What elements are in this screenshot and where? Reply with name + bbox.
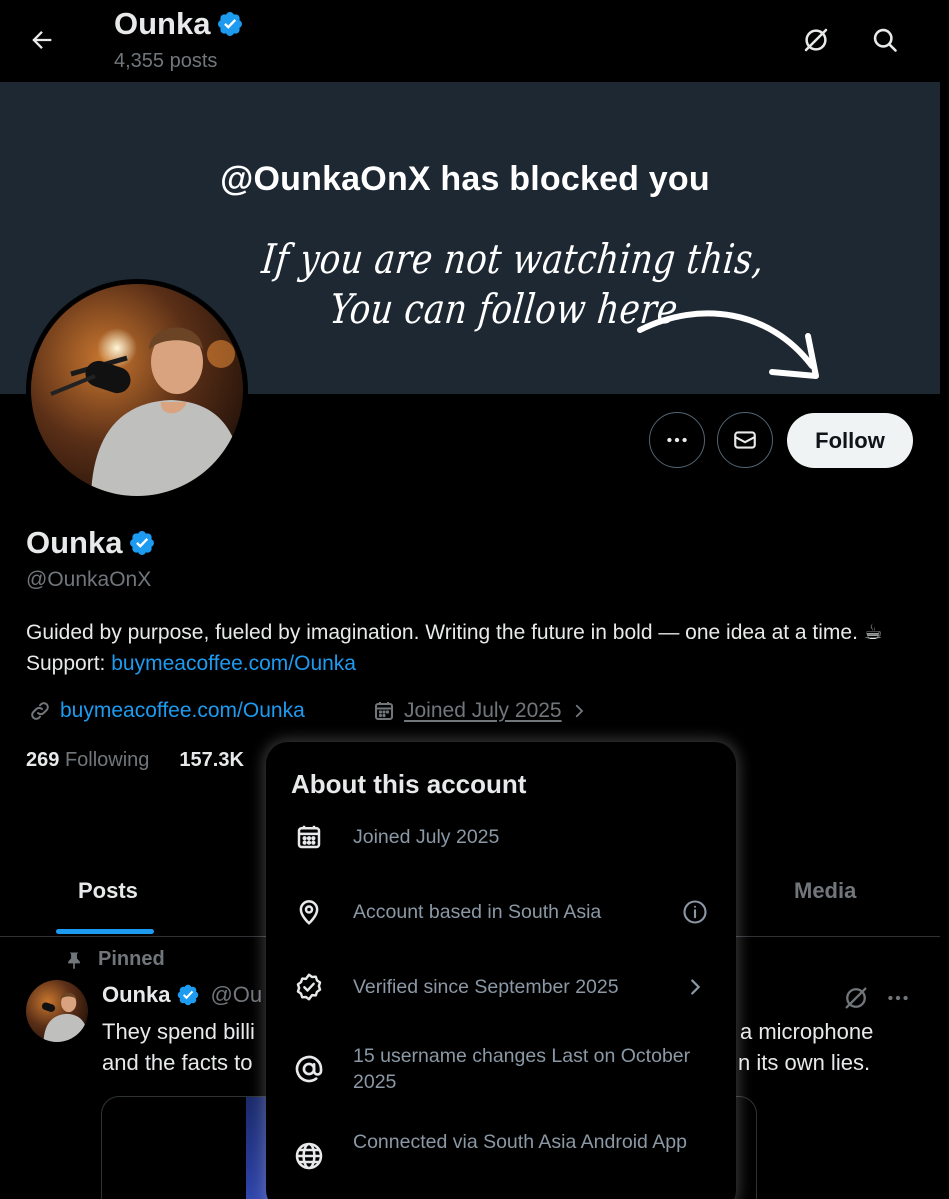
chevron-right-icon — [575, 704, 583, 718]
profile-name: Ounka — [26, 525, 123, 560]
banner-script-line-1: If you are not watching this, — [259, 236, 767, 284]
joined-row[interactable]: Joined July 2025 — [372, 699, 588, 723]
message-button[interactable] — [717, 412, 773, 468]
post-header: Ounka @Ou — [102, 982, 262, 1008]
profile-bio: Guided by purpose, fueled by imagination… — [26, 617, 926, 679]
popup-row-text: 15 username changes Last on October 2025 — [353, 1045, 691, 1093]
verified-badge-icon — [178, 984, 199, 1006]
at-sign-icon — [292, 1052, 326, 1086]
following-stat[interactable]: 269 Following — [26, 749, 149, 772]
back-button[interactable] — [22, 20, 62, 60]
pin-icon — [68, 952, 80, 969]
avatar-photo — [31, 284, 243, 496]
about-account-popup: About this account Joined July 2025 Acco… — [266, 742, 736, 1199]
popup-row-text: Account based in South Asia — [353, 901, 602, 923]
follow-stats: 269 Following 157.3K — [26, 749, 244, 772]
verified-badge-icon[interactable] — [128, 529, 156, 557]
verified-badge-icon — [292, 970, 326, 1004]
header-title-row: Ounka — [114, 6, 244, 42]
search-button[interactable] — [863, 18, 907, 62]
post-author[interactable]: Ounka — [102, 982, 170, 1008]
more-options-button[interactable] — [649, 412, 705, 468]
website-link[interactable]: buymeacoffee.com/Ounka — [60, 699, 305, 723]
popup-row-joined: Joined July 2025 — [266, 820, 736, 860]
active-tab-indicator — [56, 929, 154, 934]
tab-media[interactable]: Media — [794, 878, 856, 904]
search-icon — [873, 28, 897, 52]
post-handle: @Ou — [210, 982, 263, 1007]
grok-button[interactable] — [794, 18, 838, 62]
popup-row-location: Account based in South Asia — [266, 895, 736, 935]
post-count: 4,355 posts — [114, 50, 218, 72]
chevron-right-icon — [680, 972, 710, 1002]
popup-row-connected-via: Connected via South Asia Android App — [266, 1129, 736, 1185]
website-row: buymeacoffee.com/Ounka — [28, 699, 305, 723]
banner-headline: @OunkaOnX has blocked you — [220, 160, 710, 198]
calendar-icon — [292, 820, 326, 854]
curved-arrow-icon — [637, 310, 819, 379]
post-text-line-2-left: and the facts to — [102, 1050, 253, 1075]
more-icon — [667, 437, 687, 443]
message-icon — [734, 431, 756, 449]
post-more-button[interactable] — [880, 980, 916, 1016]
post-grok-button[interactable] — [838, 980, 874, 1016]
post-avatar[interactable] — [26, 980, 88, 1042]
verified-badge-icon — [218, 12, 243, 36]
bio-link[interactable]: buymeacoffee.com/Ounka — [111, 652, 356, 675]
popup-row-text: Connected via South Asia Android App — [353, 1131, 687, 1153]
header-title: Ounka — [114, 6, 211, 41]
post-text-line-1-right: a microphone — [740, 1019, 874, 1044]
profile-avatar[interactable] — [26, 279, 248, 501]
pinned-label-row: Pinned — [64, 948, 165, 971]
post-text-line-2-right: n its own lies. — [738, 1050, 871, 1075]
location-pin-icon — [292, 895, 326, 929]
banner-script-line-2: You can follow here — [327, 286, 681, 334]
back-arrow-icon — [32, 31, 52, 49]
link-icon — [31, 702, 49, 720]
popup-row-username-changes: 15 username changes Last on October 2025 — [266, 1042, 736, 1098]
popup-row-text: Verified since September 2025 — [353, 976, 619, 998]
more-icon — [888, 995, 908, 1001]
grok-icon — [804, 28, 828, 52]
globe-icon — [292, 1139, 326, 1173]
popup-row-text: Joined July 2025 — [353, 826, 500, 848]
popup-row-verified[interactable]: Verified since September 2025 — [266, 970, 736, 1010]
post-text-line-1-left: They spend billi — [102, 1019, 255, 1044]
calendar-icon — [375, 702, 393, 720]
follow-button[interactable]: Follow — [787, 413, 913, 468]
followers-stat[interactable]: 157.3K — [179, 749, 244, 772]
popup-title: About this account — [291, 769, 527, 799]
grok-icon — [845, 987, 867, 1009]
profile-name-row: Ounka — [26, 525, 156, 561]
tab-posts[interactable]: Posts — [78, 878, 138, 904]
pinned-label: Pinned — [98, 948, 165, 970]
joined-date[interactable]: Joined July 2025 — [404, 699, 562, 723]
profile-handle: @OunkaOnX — [26, 568, 152, 591]
post-avatar-photo — [26, 980, 88, 1042]
info-icon[interactable] — [680, 897, 710, 927]
